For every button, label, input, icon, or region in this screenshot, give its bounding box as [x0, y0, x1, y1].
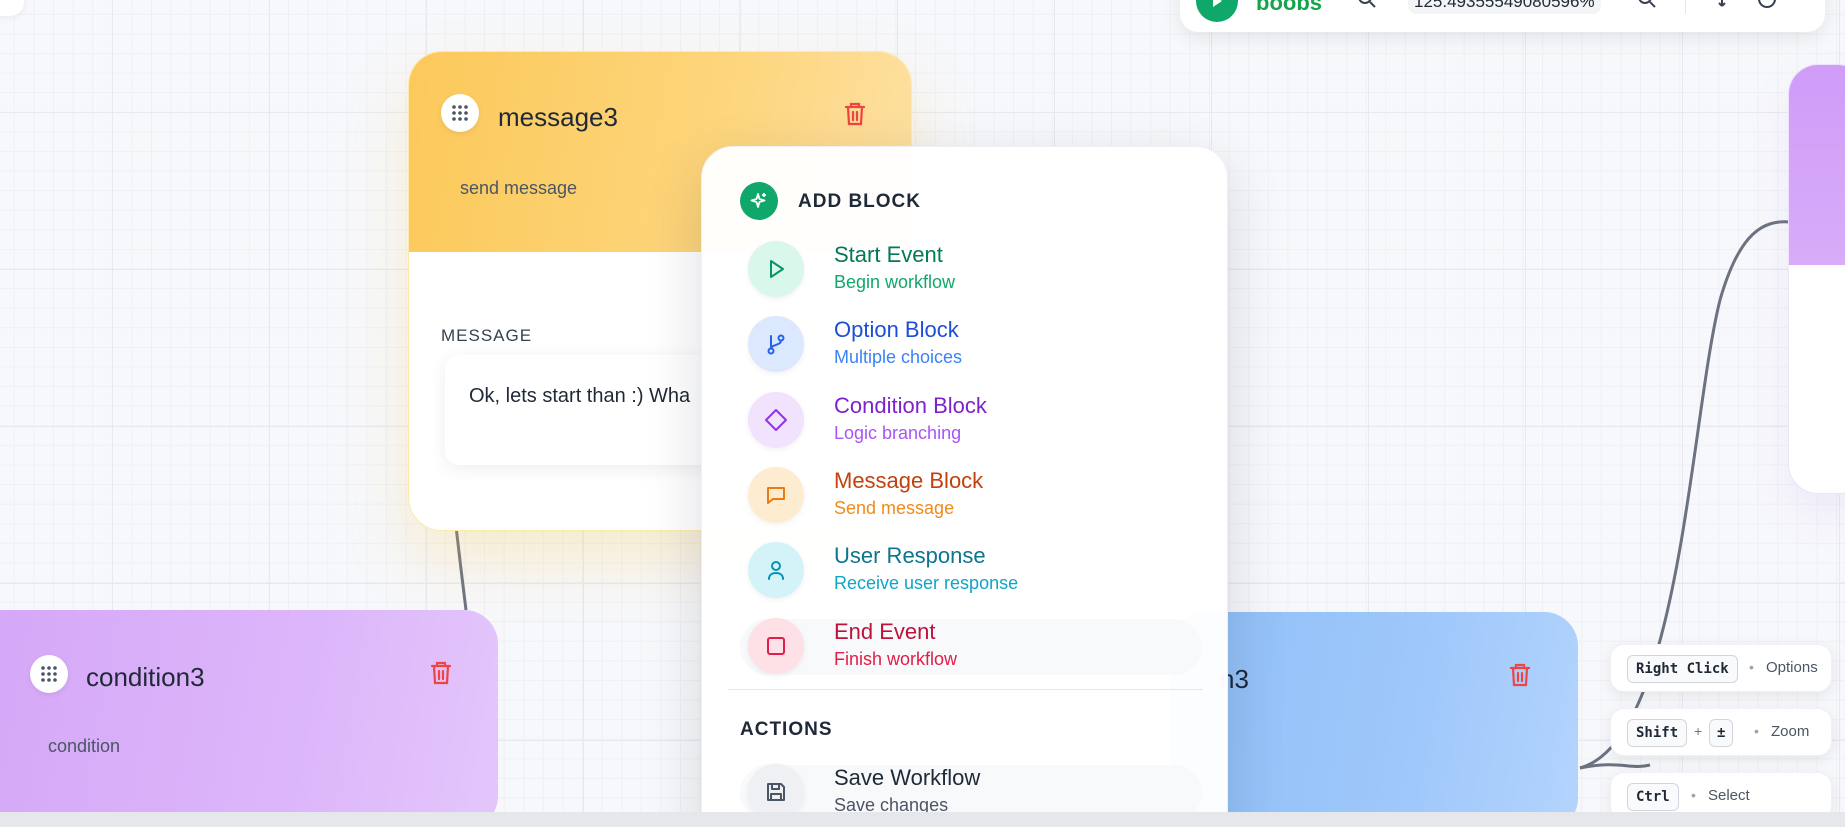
hint-separator: • [1749, 659, 1754, 675]
kbd-key: Ctrl [1627, 783, 1679, 811]
hint-label: Zoom [1771, 723, 1810, 740]
workflow-canvas[interactable]: message3 send message MESSAGE Ok, lets s… [0, 0, 1845, 815]
menu-actions-title: ACTIONS [740, 719, 833, 740]
edge-blue-to-right-2 [1579, 763, 1651, 770]
message-text: Ok, lets start than :) Wha [469, 385, 691, 407]
settings-icon[interactable] [1756, 0, 1778, 15]
zoom-out-icon[interactable] [1356, 0, 1378, 15]
delete-node-icon[interactable] [427, 659, 455, 687]
node-title: message3 [498, 102, 618, 132]
drag-handle-icon[interactable] [441, 94, 479, 132]
purple-node-header [1789, 65, 1845, 265]
node-subtitle: condition [48, 736, 121, 756]
menu-item-desc: Receive user response [834, 573, 1019, 593]
menu-item-desc: Logic branching [834, 423, 962, 443]
menu-item-label: User Response [834, 543, 986, 568]
user-icon [748, 542, 804, 598]
menu-item-save-workflow[interactable]: Save Workflow Save changes [740, 764, 1202, 815]
menu-item-start-event[interactable]: Start Event Begin workflow [740, 241, 1202, 298]
condition-node[interactable]: condition3 condition [0, 610, 498, 815]
delete-node-icon[interactable] [841, 100, 869, 128]
menu-item-label: Save Workflow [834, 765, 981, 790]
hint-separator: • [1754, 723, 1759, 739]
play-icon [748, 241, 804, 297]
top-toolbar: boobs 125.49355549080596% [1180, 0, 1825, 32]
git-branch-icon [748, 316, 804, 372]
purple-node-right[interactable] [1788, 64, 1845, 494]
bottom-edge [0, 812, 1845, 827]
menu-item-condition-block[interactable]: Condition Block Logic branching [740, 392, 1202, 449]
menu-item-label: Condition Block [834, 393, 987, 418]
delete-node-icon[interactable] [1506, 661, 1534, 689]
kbd-key: ± [1709, 719, 1734, 747]
workflow-name[interactable]: boobs [1256, 0, 1322, 16]
zoom-level: 125.49355549080596% [1408, 0, 1601, 14]
reset-view-icon[interactable] [1716, 0, 1738, 15]
menu-item-desc: Finish workflow [834, 649, 958, 669]
menu-item-desc: Send message [834, 498, 955, 518]
square-icon [748, 618, 804, 674]
menu-item-option-block[interactable]: Option Block Multiple choices [740, 316, 1202, 373]
drag-handle-icon[interactable] [30, 655, 68, 693]
menu-title: ADD BLOCK [798, 191, 921, 212]
save-icon [748, 764, 804, 815]
hint-plus: + [1694, 723, 1703, 739]
menu-item-label: Start Event [834, 242, 943, 267]
diamond-icon [748, 392, 804, 448]
menu-item-desc: Begin workflow [834, 272, 956, 292]
menu-item-message-block[interactable]: Message Block Send message [740, 467, 1202, 524]
menu-item-user-response[interactable]: User Response Receive user response [740, 542, 1202, 599]
toolbar-divider [1685, 0, 1686, 14]
menu-item-end-event[interactable]: End Event Finish workflow [740, 618, 1202, 675]
message-square-icon [748, 467, 804, 523]
kbd-key: Shift [1627, 719, 1688, 747]
menu-item-label: End Event [834, 619, 936, 644]
sparkles-icon [740, 182, 778, 220]
add-block-menu: ADD BLOCK Start Event Begin workflow Opt… [701, 146, 1228, 815]
menu-divider [728, 689, 1203, 690]
run-workflow-button[interactable] [1196, 0, 1238, 22]
kbd-key: Right Click [1627, 655, 1738, 683]
zoom-in-icon[interactable] [1636, 0, 1658, 15]
hint-separator: • [1691, 787, 1696, 803]
node-subtitle: send message [460, 178, 578, 198]
message-section-label: MESSAGE [441, 326, 533, 345]
hint-right-click: Right Click • Options [1610, 644, 1832, 692]
menu-item-label: Option Block [834, 317, 959, 342]
node-title: condition3 [86, 662, 205, 692]
hint-select: Ctrl • Select [1610, 772, 1832, 815]
blue-node[interactable]: n3 [1170, 612, 1578, 815]
hint-zoom: Shift + ± • Zoom [1610, 708, 1832, 756]
menu-item-desc: Multiple choices [834, 347, 963, 367]
menu-item-label: Message Block [834, 468, 984, 493]
hint-label: Options [1766, 659, 1818, 676]
hint-label: Select [1708, 787, 1750, 804]
